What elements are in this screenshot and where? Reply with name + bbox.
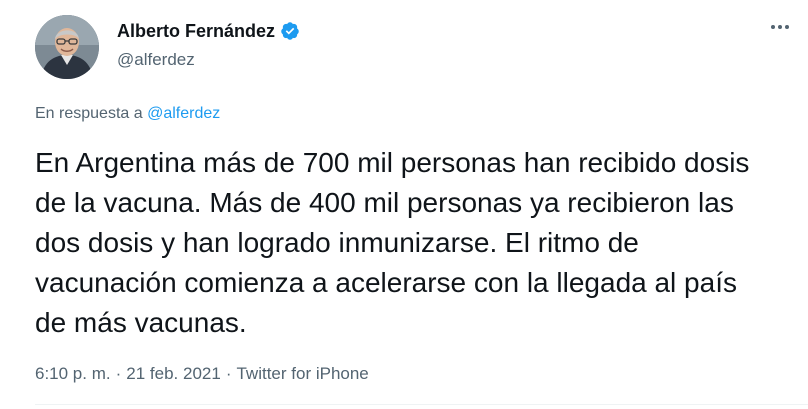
avatar[interactable] [35,15,99,79]
tweet-metadata: 6:10 p. m. · 21 feb. 2021 · Twitter for iPho… [35,363,369,385]
meta-separator: · [225,364,232,383]
verified-badge-icon [281,22,299,40]
author-handle[interactable]: @alferdez [117,49,195,71]
tweet-text: En Argentina más de 700 mil personas han… [35,147,750,338]
reply-context-prefix: En respuesta a [35,105,148,122]
reply-mention-link[interactable]: @alferdez [147,105,220,122]
reply-context: En respuesta a @alferdez [35,104,220,124]
tweet-date[interactable]: 21 feb. 2021 [126,364,221,383]
divider [35,404,808,405]
profile-photo-icon [35,15,99,79]
tweet-card: Alberto Fernández @alferdez En respuesta… [0,0,808,409]
more-options-icon[interactable] [768,15,792,39]
tweet-time[interactable]: 6:10 p. m. [35,364,111,383]
meta-separator: · [115,364,122,383]
author-display-name[interactable]: Alberto Fernández [117,20,275,42]
author-name-row: Alberto Fernández [117,20,300,42]
tweet-source[interactable]: Twitter for iPhone [236,364,368,383]
